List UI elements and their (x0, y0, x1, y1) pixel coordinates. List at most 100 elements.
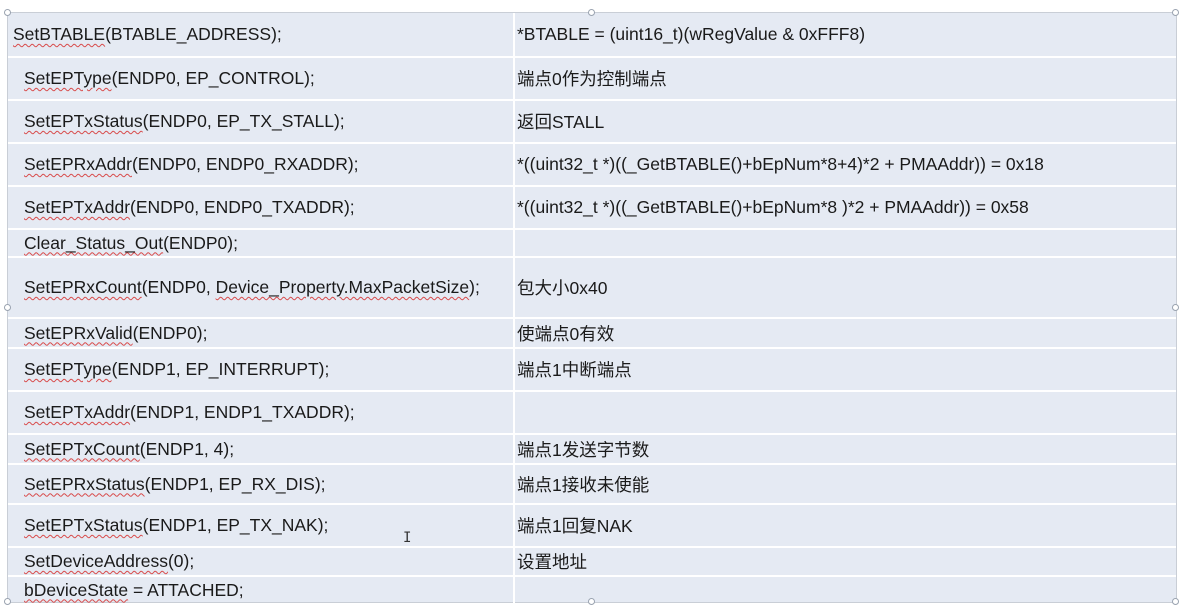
document-canvas: SetBTABLE(BTABLE_ADDRESS); *BTABLE = (uin… (0, 0, 1187, 615)
code-text: (ENDP0, EP_TX_STALL); (142, 111, 345, 131)
code-cell[interactable]: SetEPRxAddr(ENDP0, ENDP0_RXADDR); (8, 143, 515, 187)
code-text: (BTABLE_ADDRESS); (105, 24, 282, 44)
comment-cell[interactable]: 使端点0有效 (514, 318, 1176, 349)
comment-cell[interactable] (514, 391, 1176, 435)
code-cell[interactable]: SetEPTxStatus(ENDP1, EP_TX_NAK); (8, 504, 515, 548)
code-text: (ENDP1, EP_RX_DIS); (144, 473, 326, 494)
code-text: (ENDP0, (141, 277, 216, 297)
comment-text: 返回STALL (517, 112, 605, 132)
code-identifier: SetEPType (24, 68, 112, 88)
code-cell[interactable]: SetEPTxAddr(ENDP1, ENDP1_TXADDR); (8, 391, 515, 435)
resize-handle[interactable] (4, 598, 11, 605)
code-identifier: SetDeviceAddress (24, 551, 168, 571)
comment-text: 端点1接收未使能 (517, 474, 650, 495)
code-cell[interactable]: SetEPTxCount(ENDP1, 4); (8, 434, 515, 465)
comment-text: 端点1发送字节数 (517, 439, 650, 460)
table-row: SetEPTxStatus(ENDP0, EP_TX_STALL); 返回STAL… (8, 100, 1176, 144)
code-text: (ENDP0); (163, 232, 238, 253)
code-identifier: SetEPRxCount (24, 277, 142, 297)
code-identifier: SetEPTxAddr (24, 197, 131, 217)
code-text: (ENDP1, ENDP1_TXADDR); (130, 402, 355, 422)
comment-cell[interactable]: 端点1发送字节数 (514, 434, 1176, 465)
code-cell[interactable]: SetEPTxAddr(ENDP0, ENDP0_TXADDR); (8, 186, 515, 230)
comment-cell[interactable]: *BTABLE = (uint16_t)(wRegValue & 0xFFF8) (514, 13, 1176, 58)
code-text: (ENDP1, EP_INTERRUPT); (111, 359, 330, 379)
code-text: = ATTACHED; (128, 579, 244, 600)
code-identifier: Device_Property.MaxPacketSize (215, 277, 470, 297)
resize-handle[interactable] (588, 598, 595, 605)
table-row: Clear_Status_Out(ENDP0); (8, 229, 1176, 258)
code-identifier: SetEPRxAddr (24, 154, 132, 174)
table-row: SetEPTxAddr(ENDP0, ENDP0_TXADDR); *((uint… (8, 186, 1176, 230)
comment-cell[interactable]: *((uint32_t *)((_GetBTABLE()+bEpNum*8 )*… (514, 186, 1176, 230)
code-cell[interactable]: SetBTABLE(BTABLE_ADDRESS); (8, 13, 515, 58)
resize-handle[interactable] (1172, 598, 1179, 605)
code-cell[interactable]: SetEPRxStatus(ENDP1, EP_RX_DIS); (8, 464, 515, 505)
code-identifier: SetEPTxCount (24, 438, 140, 459)
code-identifier: SetBTABLE (13, 24, 106, 44)
code-identifier: SetEPType (24, 359, 112, 379)
resize-handle[interactable] (1172, 304, 1179, 311)
table-row: SetEPRxValid(ENDP0); 使端点0有效 (8, 318, 1176, 349)
table-row: SetBTABLE(BTABLE_ADDRESS); *BTABLE = (uin… (8, 13, 1176, 58)
code-cell[interactable]: Clear_Status_Out(ENDP0); (8, 229, 515, 258)
comment-text: *BTABLE = (uint16_t)(wRegValue & 0xFFF8) (517, 24, 866, 44)
comment-text: *((uint32_t *)((_GetBTABLE()+bEpNum*8 )*… (517, 197, 1029, 217)
table-row: SetEPType(ENDP1, EP_INTERRUPT); 端点1中断端点 (8, 348, 1176, 392)
resize-handle[interactable] (588, 9, 595, 16)
code-cell[interactable]: SetDeviceAddress(0); (8, 547, 515, 577)
code-cell[interactable]: SetEPRxCount(ENDP0, Device_Property.MaxP… (8, 257, 515, 319)
code-cell[interactable]: SetEPTxStatus(ENDP0, EP_TX_STALL); (8, 100, 515, 144)
code-identifier: SetEPTxStatus (24, 515, 143, 535)
comment-text: *((uint32_t *)((_GetBTABLE()+bEpNum*8+4)… (517, 154, 1044, 174)
comment-cell[interactable]: 端点1中断端点 (514, 348, 1176, 392)
comment-text: 设置地址 (517, 552, 587, 572)
code-identifier: bDeviceState (24, 579, 129, 600)
table-body: SetBTABLE(BTABLE_ADDRESS); *BTABLE = (uin… (8, 13, 1176, 605)
comment-cell[interactable]: 端点1回复NAK (514, 504, 1176, 548)
code-cell[interactable]: bDeviceState = ATTACHED; (8, 576, 515, 605)
comment-text: 端点1回复NAK (517, 516, 633, 536)
code-identifier: SetEPRxStatus (24, 473, 145, 494)
table-row: SetEPRxStatus(ENDP1, EP_RX_DIS); 端点1接收未使能 (8, 464, 1176, 505)
table-row: SetEPType(ENDP0, EP_CONTROL); 端点0作为控制端点 (8, 57, 1176, 101)
code-cell[interactable]: SetEPType(ENDP1, EP_INTERRUPT); (8, 348, 515, 392)
comment-cell[interactable] (514, 576, 1176, 605)
code-cell[interactable]: SetEPType(ENDP0, EP_CONTROL); (8, 57, 515, 101)
table-row: SetDeviceAddress(0); 设置地址 (8, 547, 1176, 577)
code-text: ); (469, 277, 480, 297)
resize-handle[interactable] (4, 9, 11, 16)
comment-text: 包大小0x40 (517, 278, 608, 298)
code-cell[interactable]: SetEPRxValid(ENDP0); (8, 318, 515, 349)
code-comment-table[interactable]: SetBTABLE(BTABLE_ADDRESS); *BTABLE = (uin… (7, 12, 1177, 605)
comment-cell[interactable]: 包大小0x40 (514, 257, 1176, 319)
table-row: SetEPRxCount(ENDP0, Device_Property.MaxP… (8, 257, 1176, 319)
table-row: SetEPRxAddr(ENDP0, ENDP0_RXADDR); *((uint… (8, 143, 1176, 187)
code-text: (ENDP0); (132, 322, 208, 343)
code-identifier: SetEPTxStatus (24, 111, 143, 131)
comment-text: 端点0作为控制端点 (517, 69, 667, 89)
comment-cell[interactable]: 返回STALL (514, 100, 1176, 144)
code-text: (ENDP0, ENDP0_RXADDR); (131, 154, 359, 174)
comment-cell[interactable]: 端点0作为控制端点 (514, 57, 1176, 101)
table-row: SetEPTxAddr(ENDP1, ENDP1_TXADDR); (8, 391, 1176, 435)
code-text: (0); (167, 551, 195, 571)
code-text: (ENDP1, EP_TX_NAK); (142, 515, 329, 535)
code-text: (ENDP0, ENDP0_TXADDR); (130, 197, 355, 217)
resize-handle[interactable] (1172, 9, 1179, 16)
table-row: SetEPTxStatus(ENDP1, EP_TX_NAK); 端点1回复NAK (8, 504, 1176, 548)
code-text: (ENDP1, 4); (139, 438, 235, 459)
code-text: (ENDP0, EP_CONTROL); (111, 68, 315, 88)
code-identifier: SetEPTxAddr (24, 402, 131, 422)
comment-cell[interactable] (514, 229, 1176, 258)
comment-text: 端点1中断端点 (517, 360, 632, 380)
table-row: SetEPTxCount(ENDP1, 4); 端点1发送字节数 (8, 434, 1176, 465)
comment-cell[interactable]: *((uint32_t *)((_GetBTABLE()+bEpNum*8+4)… (514, 143, 1176, 187)
resize-handle[interactable] (4, 304, 11, 311)
text-cursor-icon: I (403, 530, 412, 546)
comment-cell[interactable]: 端点1接收未使能 (514, 464, 1176, 505)
code-identifier: SetEPRxValid (24, 322, 133, 343)
comment-text: 使端点0有效 (517, 323, 615, 344)
code-identifier: Clear_Status_Out (24, 232, 164, 253)
comment-cell[interactable]: 设置地址 (514, 547, 1176, 577)
